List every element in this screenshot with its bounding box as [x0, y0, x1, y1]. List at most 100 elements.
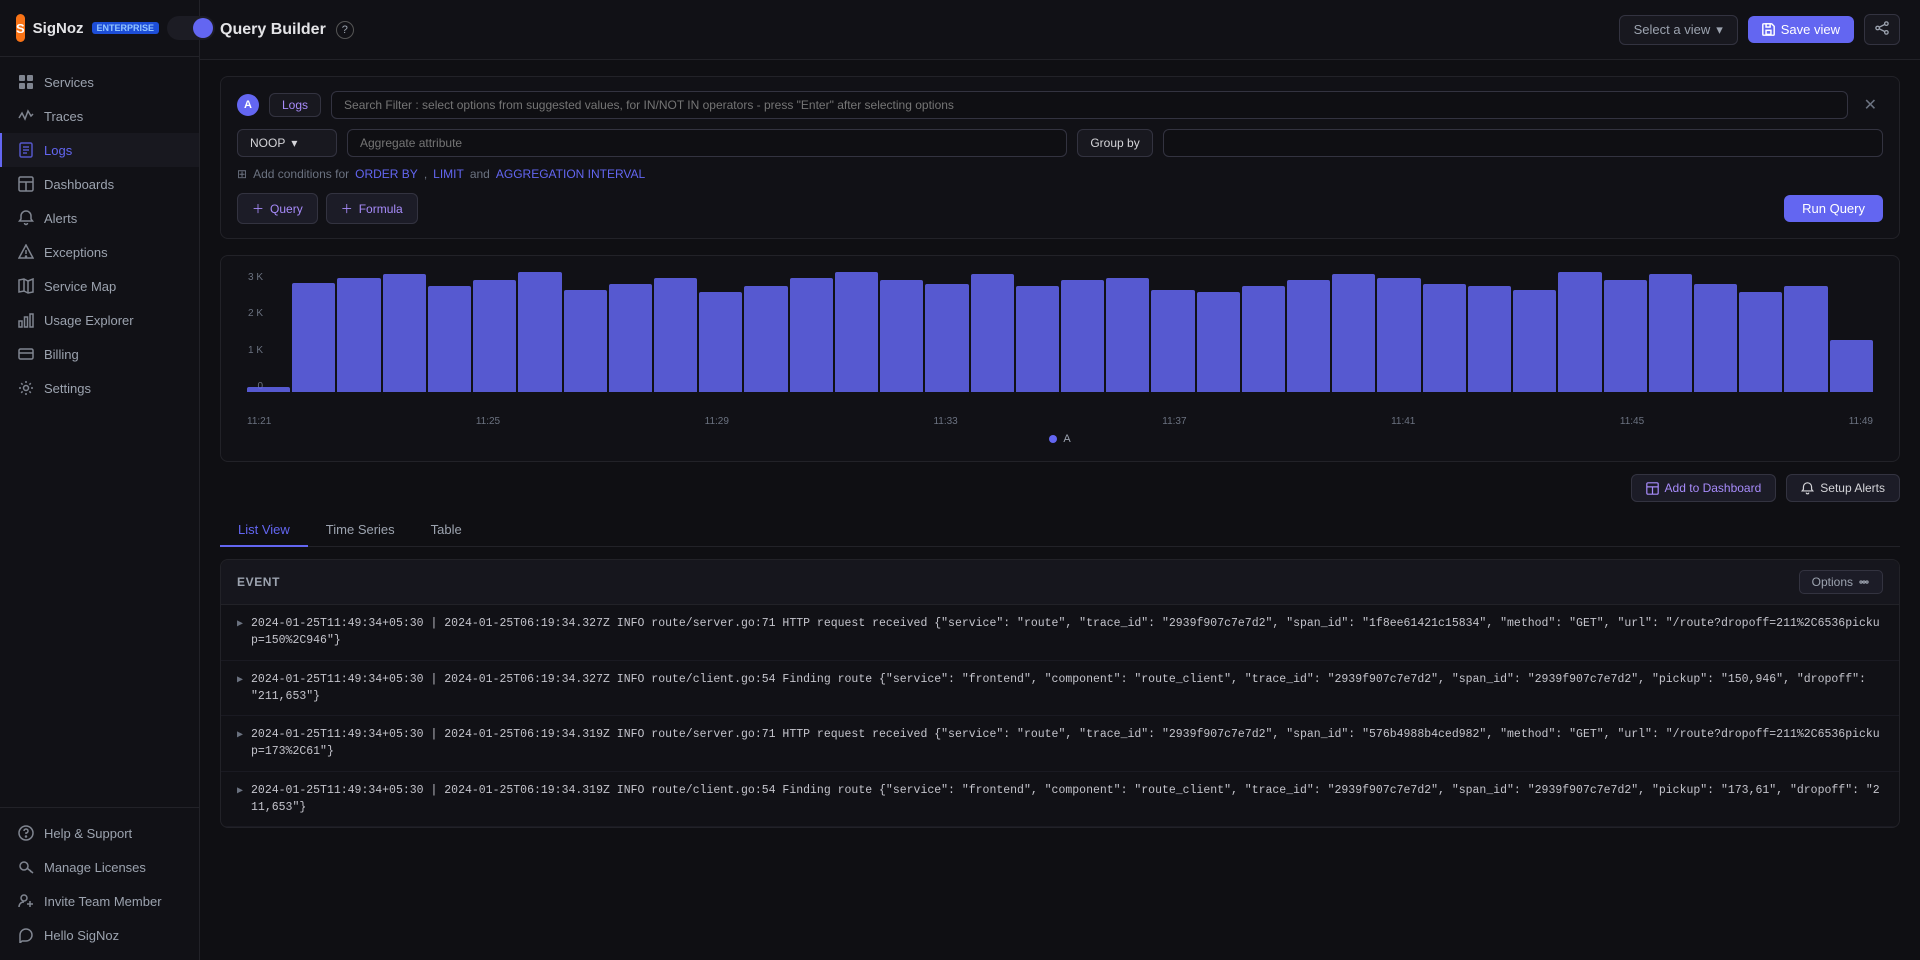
sidebar-item-logs[interactable]: Logs	[0, 133, 199, 167]
main-content: A Logs ✕ NOOP ▾ Group by ⊞ Add condition…	[200, 60, 1920, 960]
sidebar-item-traces[interactable]: Traces	[0, 99, 199, 133]
query-row-2: NOOP ▾ Group by	[237, 129, 1883, 157]
log-panel: Event Options ▶ 2024-01-25T11:49:34+05:3…	[220, 559, 1900, 828]
chart-area: 3 K 2 K 1 K 0	[237, 272, 1883, 412]
search-filter-input[interactable]	[331, 91, 1848, 119]
sidebar-item-manage-licenses[interactable]: Manage Licenses	[0, 850, 199, 884]
sidebar-label-exceptions: Exceptions	[44, 245, 108, 260]
sidebar-item-alerts[interactable]: Alerts	[0, 201, 199, 235]
chart-x-axis: 11:2111:2511:2911:3311:3711:4111:4511:49	[237, 412, 1883, 427]
sidebar: S SigNoz ENTERPRISE Services Traces Logs…	[0, 0, 200, 960]
sidebar-label-billing: Billing	[44, 347, 79, 362]
add-dashboard-label: Add to Dashboard	[1665, 481, 1762, 495]
chart-bar	[247, 387, 290, 392]
tab-list-view[interactable]: List View	[220, 514, 308, 547]
sidebar-label-usage-explorer: Usage Explorer	[44, 313, 134, 328]
chart-x-label: 11:29	[705, 416, 729, 427]
y-label-1k: 1 K	[237, 345, 263, 356]
sidebar-item-dashboards[interactable]: Dashboards	[0, 167, 199, 201]
tab-table-label: Table	[431, 522, 462, 537]
sidebar-item-usage-explorer[interactable]: Usage Explorer	[0, 303, 199, 337]
sidebar-item-invite-team-member[interactable]: Invite Team Member	[0, 884, 199, 918]
chart-bar	[925, 284, 968, 392]
chart-bar	[1830, 340, 1873, 392]
chart-bar	[1242, 286, 1285, 392]
sidebar-label-traces: Traces	[44, 109, 83, 124]
chart-bar	[1513, 290, 1556, 392]
y-label-3k: 3 K	[237, 272, 263, 283]
chart-bar	[609, 284, 652, 392]
sidebar-item-exceptions[interactable]: Exceptions	[0, 235, 199, 269]
chart-x-label: 11:21	[247, 416, 271, 427]
tab-table[interactable]: Table	[413, 514, 480, 547]
chart-bar	[1558, 272, 1601, 392]
key-icon	[18, 859, 34, 875]
sidebar-item-service-map[interactable]: Service Map	[0, 269, 199, 303]
chart-x-label: 11:37	[1162, 416, 1186, 427]
sidebar-label-services: Services	[44, 75, 94, 90]
save-view-button[interactable]: Save view	[1748, 16, 1854, 43]
query-label-a: A	[237, 94, 259, 116]
add-query-button[interactable]: ＋ Query	[237, 193, 318, 224]
query-builder-panel: A Logs ✕ NOOP ▾ Group by ⊞ Add condition…	[220, 76, 1900, 239]
chart-bars	[237, 272, 1883, 392]
source-badge[interactable]: Logs	[269, 93, 321, 117]
select-view-button[interactable]: Select a view ▾	[1619, 15, 1738, 45]
sidebar-label-invite-team-member: Invite Team Member	[44, 894, 162, 909]
log-text: 2024-01-25T11:49:34+05:30 | 2024-01-25T0…	[251, 782, 1883, 817]
bar-chart-icon	[18, 312, 34, 328]
chart-bar	[1332, 274, 1375, 392]
help-icon[interactable]: ?	[336, 21, 354, 39]
group-by-label: Group by	[1077, 129, 1152, 157]
share-button[interactable]	[1864, 14, 1900, 45]
log-text: 2024-01-25T11:49:34+05:30 | 2024-01-25T0…	[251, 615, 1883, 650]
log-expand-icon[interactable]: ▶	[237, 784, 243, 799]
log-expand-icon[interactable]: ▶	[237, 728, 243, 743]
add-formula-button[interactable]: ＋ Formula	[326, 193, 418, 224]
aggregate-input[interactable]	[347, 129, 1067, 157]
header-right: Select a view ▾ Save view	[1619, 14, 1900, 45]
user-plus-icon	[18, 893, 34, 909]
log-row[interactable]: ▶ 2024-01-25T11:49:34+05:30 | 2024-01-25…	[221, 716, 1899, 772]
plus-icon-query: ＋	[252, 200, 264, 217]
order-by-link[interactable]: ORDER BY	[355, 167, 418, 181]
log-expand-icon[interactable]: ▶	[237, 617, 243, 632]
limit-link[interactable]: LIMIT	[433, 167, 464, 181]
noop-select[interactable]: NOOP ▾	[237, 129, 337, 157]
chart-wrapper: 3 K 2 K 1 K 0	[237, 272, 1883, 392]
grid-icon	[18, 74, 34, 90]
y-label-2k: 2 K	[237, 308, 263, 319]
chart-x-label: 11:49	[1849, 416, 1873, 427]
run-query-button[interactable]: Run Query	[1784, 195, 1883, 222]
toggle-thumb	[193, 18, 213, 38]
sidebar-item-help-support[interactable]: Help & Support	[0, 816, 199, 850]
log-row[interactable]: ▶ 2024-01-25T11:49:34+05:30 | 2024-01-25…	[221, 605, 1899, 661]
add-to-dashboard-button[interactable]: Add to Dashboard	[1631, 474, 1777, 502]
options-button[interactable]: Options	[1799, 570, 1883, 594]
setup-alerts-button[interactable]: Setup Alerts	[1786, 474, 1900, 502]
log-row[interactable]: ▶ 2024-01-25T11:49:34+05:30 | 2024-01-25…	[221, 661, 1899, 717]
group-by-input[interactable]	[1163, 129, 1883, 157]
chart-bar	[971, 274, 1014, 392]
chart-bar	[383, 274, 426, 392]
aggregation-interval-link[interactable]: AGGREGATION INTERVAL	[496, 167, 645, 181]
theme-toggle[interactable]	[167, 16, 215, 40]
sidebar-item-billing[interactable]: Billing	[0, 337, 199, 371]
chart-bar	[1151, 290, 1194, 392]
sidebar-item-services[interactable]: Services	[0, 65, 199, 99]
log-expand-icon[interactable]: ▶	[237, 673, 243, 688]
tab-time-series[interactable]: Time Series	[308, 514, 413, 547]
dashboard-icon	[1646, 482, 1659, 495]
sidebar-item-settings[interactable]: Settings	[0, 371, 199, 405]
sidebar-label-manage-licenses: Manage Licenses	[44, 860, 146, 875]
chart-panel: 3 K 2 K 1 K 0 11:2111:2511:2911:3311:371…	[220, 255, 1900, 462]
chart-bar	[1287, 280, 1330, 392]
expand-conditions-icon[interactable]: ⊞	[237, 167, 247, 181]
chart-bar	[1604, 280, 1647, 392]
select-view-label: Select a view	[1634, 22, 1711, 37]
chart-bar	[654, 278, 697, 392]
close-query-button[interactable]: ✕	[1858, 93, 1883, 117]
alert-triangle-icon	[18, 244, 34, 260]
log-row[interactable]: ▶ 2024-01-25T11:49:34+05:30 | 2024-01-25…	[221, 772, 1899, 828]
sidebar-item-hello-signoz[interactable]: Hello SigNoz	[0, 918, 199, 952]
